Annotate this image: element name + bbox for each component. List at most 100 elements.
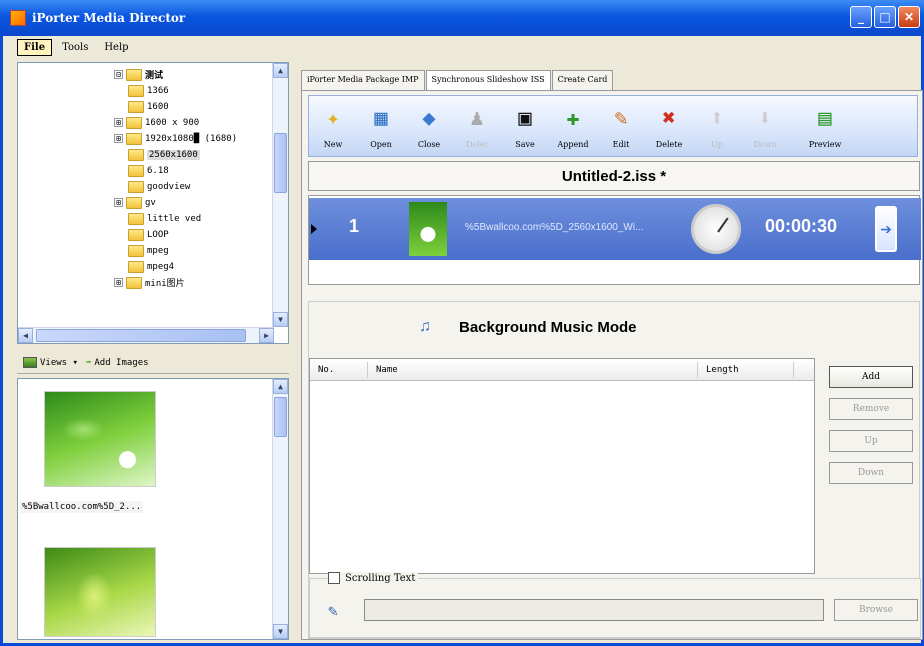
- scroll-thumb[interactable]: [274, 397, 287, 437]
- tree-node[interactable]: goodview: [128, 179, 190, 194]
- tree-node-label: 6.18: [147, 165, 169, 176]
- expand-toggle-icon[interactable]: ⊟: [114, 70, 123, 79]
- expand-toggle-icon[interactable]: ⊞: [114, 118, 123, 127]
- music-list: No. Name Length: [309, 358, 815, 574]
- scrolling-text-checkbox[interactable]: Scrolling Text: [328, 572, 419, 584]
- tree-node[interactable]: ⊞ 1600 x 900: [114, 115, 199, 130]
- folder-icon: [126, 132, 142, 145]
- folder-icon: [128, 84, 144, 97]
- folder-icon: [126, 116, 142, 129]
- tab-imp[interactable]: iPorter Media Package IMP: [301, 70, 425, 90]
- toolbar-save-button[interactable]: ▣ Save: [501, 96, 549, 156]
- tree-node[interactable]: 1600: [128, 99, 169, 114]
- remove-music-button[interactable]: Remove: [829, 398, 913, 420]
- scroll-right-icon[interactable]: ▶: [259, 328, 274, 343]
- up-icon: ⬆: [710, 105, 724, 131]
- toolbar-label: New: [323, 140, 343, 149]
- toolbar-open-button[interactable]: ▦ Open: [357, 96, 405, 156]
- menu-help[interactable]: Help: [98, 40, 134, 55]
- scroll-left-icon[interactable]: ◀: [18, 328, 33, 343]
- scroll-up-icon[interactable]: ▲: [273, 379, 288, 394]
- folder-icon: [128, 164, 144, 177]
- column-length[interactable]: Length: [698, 361, 794, 378]
- tree-node[interactable]: 2560x1600: [128, 147, 200, 162]
- image-thumbnail[interactable]: [44, 391, 156, 487]
- menu-file[interactable]: File: [17, 38, 53, 56]
- tree-node[interactable]: 1366: [128, 83, 169, 98]
- move-up-button[interactable]: Up: [829, 430, 913, 452]
- transition-icon[interactable]: ➔: [875, 206, 897, 252]
- save-icon: ▣: [518, 105, 532, 131]
- toolbar-label: Preview: [808, 140, 842, 149]
- scroll-up-icon[interactable]: ▲: [273, 63, 288, 78]
- tree-node[interactable]: mpeg4: [128, 259, 174, 274]
- tree-node-label: little ved: [147, 213, 202, 224]
- checkbox-box[interactable]: [328, 572, 340, 584]
- toolbar-label: Down: [753, 140, 777, 149]
- toolbar-append-button[interactable]: ✚ Append: [549, 96, 597, 156]
- toolbar-delet-button[interactable]: ♟ Delet: [453, 96, 501, 156]
- edit-icon: ✎: [614, 105, 628, 131]
- tree-horizontal-scrollbar[interactable]: ◀ ▶: [18, 327, 274, 343]
- expand-toggle-icon[interactable]: ⊞: [114, 198, 123, 207]
- main-toolbar: ✦ New ▦ Open ◆ Close ♟ Delet ▣ Save ✚ Append ✎ Edit ✖ D…: [308, 95, 918, 157]
- scrolling-text-section: Scrolling Text ✎ Browse: [309, 572, 921, 638]
- toolbar-up-button[interactable]: ⬆ Up: [693, 96, 741, 156]
- scroll-down-icon[interactable]: ▼: [273, 312, 288, 327]
- slide-list: 1 %5Bwallcoo.com%5D_2560x1600_Wi... 00:0…: [308, 195, 921, 285]
- minimize-button[interactable]: _: [850, 6, 872, 28]
- toolbar-down-button[interactable]: ⬇ Down: [741, 96, 789, 156]
- move-down-button[interactable]: Down: [829, 462, 913, 484]
- folder-icon: [126, 196, 142, 209]
- tree-node[interactable]: 6.18: [128, 163, 169, 178]
- toolbar-delete-button[interactable]: ✖ Delete: [645, 96, 693, 156]
- tree-node-label: 1920x1080█ (1680): [145, 133, 238, 144]
- tree-node[interactable]: ⊟ 测试: [114, 67, 163, 82]
- maximize-button[interactable]: □: [874, 6, 896, 28]
- tree-node[interactable]: ⊞ 1920x1080█ (1680): [114, 131, 237, 146]
- close-icon: ◆: [422, 105, 436, 131]
- toolbar-edit-button[interactable]: ✎ Edit: [597, 96, 645, 156]
- open-icon: ▦: [374, 105, 388, 131]
- browse-button[interactable]: Browse: [834, 599, 918, 621]
- folder-tree-panel: ⊟ 测试 1366 1600 ⊞ 1600 x 900 ⊞ 1920x1080█ (1680)…: [17, 62, 289, 344]
- add-images-button[interactable]: Add Images: [94, 358, 148, 368]
- append-icon: ✚: [566, 105, 580, 131]
- hscroll-thumb[interactable]: [36, 329, 246, 342]
- menu-bar: File Tools Help: [3, 36, 921, 58]
- menu-tools[interactable]: Tools: [56, 40, 94, 55]
- image-thumbnail[interactable]: [44, 547, 156, 637]
- column-name[interactable]: Name: [368, 361, 698, 378]
- views-button[interactable]: Views ▾: [40, 358, 78, 368]
- image-gallery: %5Bwallcoo.com%5D_2... ▲ ▼: [17, 378, 289, 640]
- tree-node-label: 1600 x 900: [145, 117, 200, 128]
- app-icon: [10, 10, 26, 26]
- tree-node[interactable]: ⊞ mini图片: [114, 275, 185, 290]
- expand-toggle-icon[interactable]: ⊞: [114, 278, 123, 287]
- slide-duration: 00:00:30: [765, 216, 838, 236]
- tree-node[interactable]: LOOP: [128, 227, 169, 242]
- slide-row[interactable]: 1 %5Bwallcoo.com%5D_2560x1600_Wi... 00:0…: [309, 198, 921, 260]
- column-no[interactable]: No.: [310, 361, 368, 378]
- toolbar-label: Close: [417, 140, 441, 149]
- toolbar-label: Edit: [612, 140, 630, 149]
- tab-iss[interactable]: Synchronous Slideshow ISS: [425, 70, 551, 91]
- tree-vertical-scrollbar[interactable]: ▲ ▼: [272, 63, 288, 327]
- tab-create-card[interactable]: Create Card: [551, 70, 614, 90]
- window-title: iPorter Media Director: [32, 11, 186, 25]
- close-button[interactable]: ✕: [898, 6, 920, 28]
- gallery-scrollbar[interactable]: ▲ ▼: [272, 379, 288, 639]
- add-music-button[interactable]: Add: [829, 366, 913, 388]
- tree-node[interactable]: ⊞ gv: [114, 195, 156, 210]
- tree-node[interactable]: little ved: [128, 211, 201, 226]
- tree-node[interactable]: mpeg: [128, 243, 169, 258]
- toolbar-preview-button[interactable]: ▤ Preview: [789, 96, 861, 156]
- expand-toggle-icon[interactable]: ⊞: [114, 134, 123, 143]
- toolbar-label: Delet: [466, 140, 488, 149]
- toolbar-new-button[interactable]: ✦ New: [309, 96, 357, 156]
- scroll-down-icon[interactable]: ▼: [273, 624, 288, 639]
- scroll-thumb[interactable]: [274, 133, 287, 193]
- toolbar-label: Append: [557, 140, 589, 149]
- scrolling-text-input[interactable]: [364, 599, 824, 621]
- toolbar-close-button[interactable]: ◆ Close: [405, 96, 453, 156]
